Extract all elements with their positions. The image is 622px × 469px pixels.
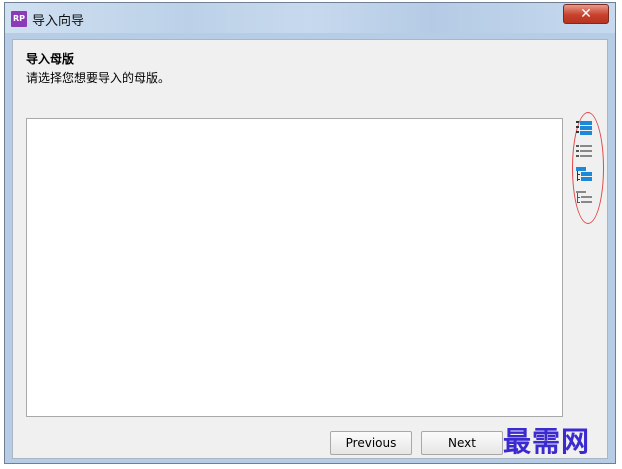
next-button[interactable]: Next bbox=[421, 431, 503, 455]
watermark-text: 最需网 bbox=[503, 425, 591, 458]
deselect-all-children-icon[interactable] bbox=[575, 189, 593, 207]
page-title: 导入母版 bbox=[26, 52, 75, 66]
app-logo-icon: RP bbox=[11, 11, 27, 27]
wizard-content: 导入母版 请选择您想要导入的母版。 Previous Next bbox=[12, 39, 608, 459]
selection-toolbar bbox=[575, 120, 595, 212]
window-title: 导入向导 bbox=[32, 14, 85, 29]
select-all-children-icon[interactable] bbox=[575, 166, 593, 184]
select-all-icon[interactable] bbox=[575, 120, 593, 138]
close-button[interactable]: ✕ bbox=[563, 4, 609, 24]
import-wizard-window: RP 导入向导 ✕ 导入母版 请选择您想要导入的母版。 Previous Nex… bbox=[4, 2, 616, 464]
previous-button[interactable]: Previous bbox=[330, 431, 412, 455]
page-instructions: 请选择您想要导入的母版。 bbox=[26, 71, 171, 85]
deselect-all-icon[interactable] bbox=[575, 143, 593, 161]
master-list[interactable] bbox=[26, 118, 563, 417]
title-bar[interactable]: RP 导入向导 ✕ bbox=[5, 3, 615, 33]
